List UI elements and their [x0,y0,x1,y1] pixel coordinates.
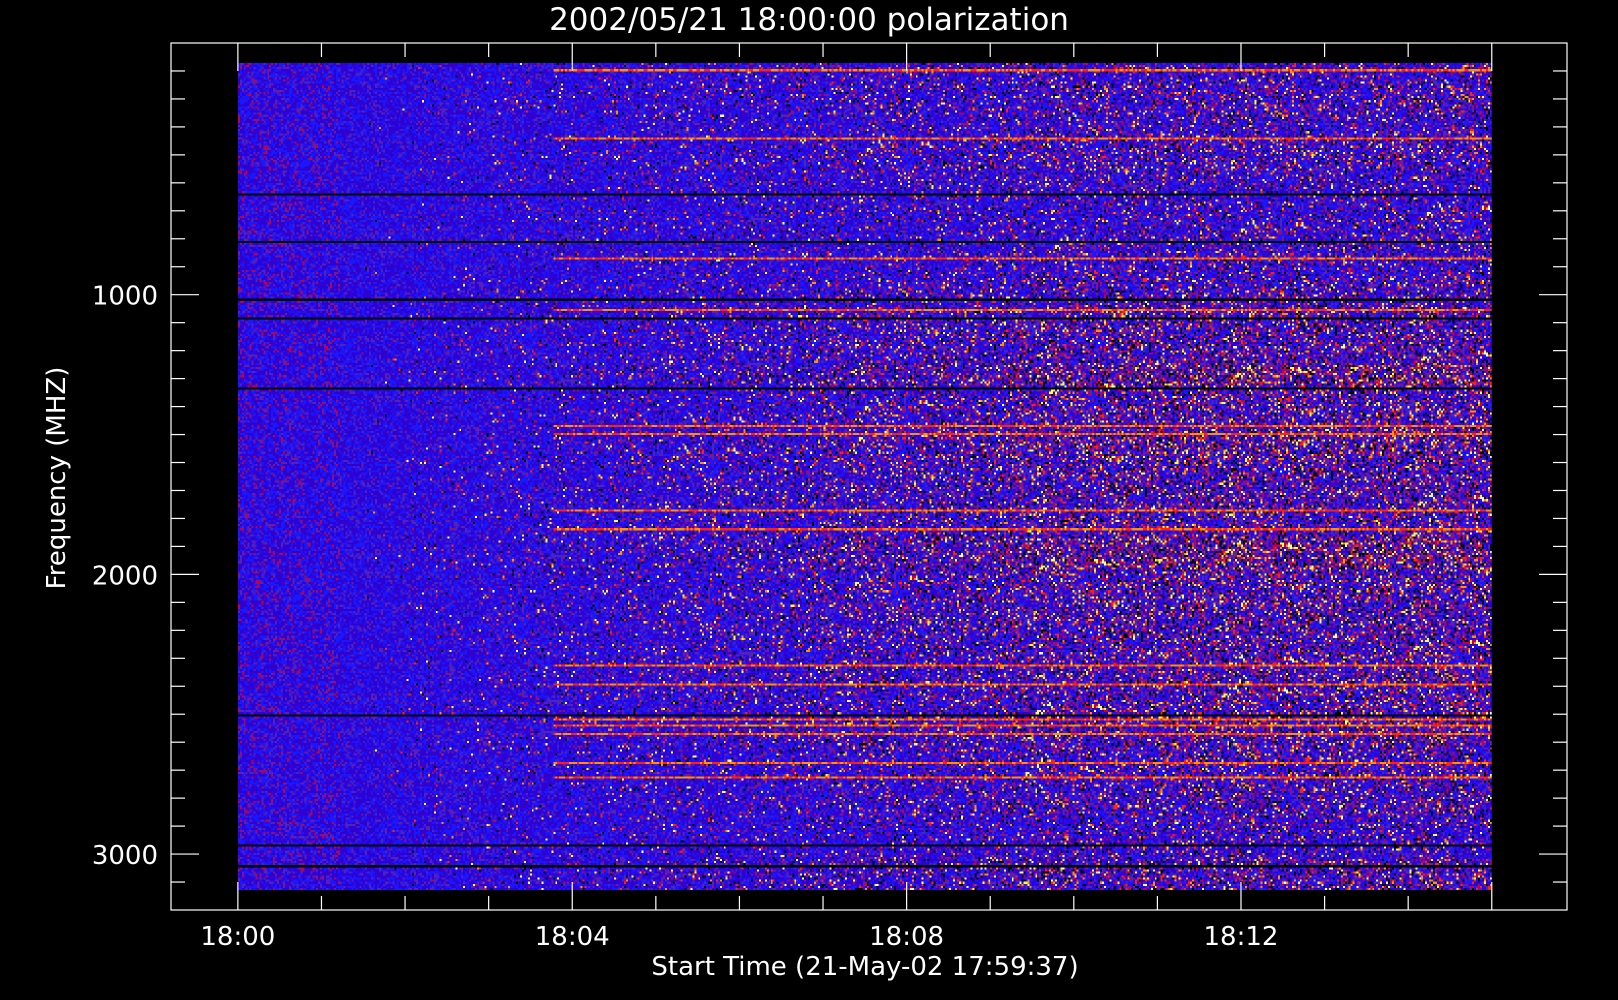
x-tick-label: 18:12 [1204,922,1279,952]
spectrogram-image [237,63,1492,890]
y-tick-label: 1000 [92,282,158,312]
y-axis-label: Frequency (MHZ) [42,367,72,590]
spectrogram-heatmap [237,63,1492,890]
x-tick-label: 18:08 [869,922,944,952]
x-tick-label: 18:00 [200,922,275,952]
chart-title: 2002/05/21 18:00:00 polarization [549,2,1069,38]
y-tick-label: 3000 [92,841,158,871]
x-axis-label: Start Time (21-May-02 17:59:37) [651,952,1078,982]
x-tick-label: 18:04 [535,922,610,952]
y-tick-label: 2000 [92,561,158,591]
polarization-spectrogram: 2002/05/21 18:00:00 polarization 18:00 18… [42,2,1568,982]
